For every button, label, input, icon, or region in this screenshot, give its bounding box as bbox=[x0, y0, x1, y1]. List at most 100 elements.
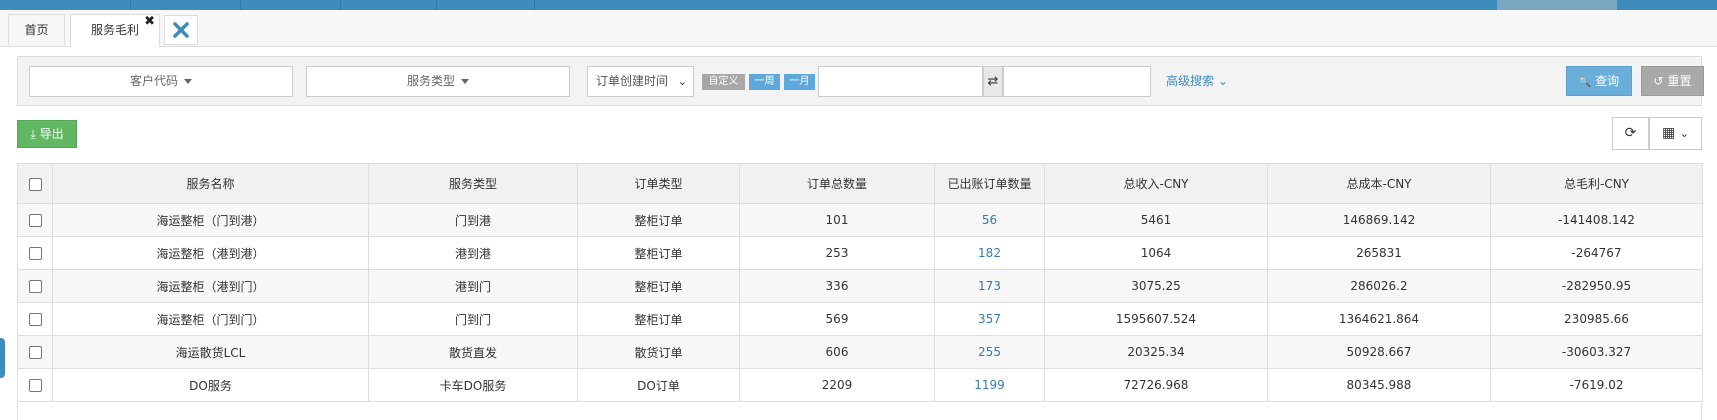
quick-week-button[interactable]: 一周 bbox=[749, 74, 780, 90]
row-checkbox-cell bbox=[17, 368, 53, 402]
table-row: 海运整柜（港到门） 港到门 整柜订单 336 173 3075.25 28602… bbox=[17, 269, 1703, 303]
row-checkbox-cell bbox=[17, 236, 53, 270]
table-cell: 569 bbox=[739, 302, 935, 336]
table-cell: 101 bbox=[739, 203, 935, 237]
swap-icon[interactable]: ⇄ bbox=[983, 66, 1003, 97]
table-cell: 卡车DO服务 bbox=[368, 368, 578, 402]
table-cell: 1064 bbox=[1044, 236, 1268, 270]
table-cell: 海运整柜（门到门） bbox=[52, 302, 369, 336]
column-header[interactable]: 服务名称 bbox=[52, 163, 369, 204]
column-header[interactable]: 总毛利-CNY bbox=[1490, 163, 1703, 204]
tab-strip: 首页 服务毛利 ✖ bbox=[0, 10, 1717, 47]
table-cell: 整柜订单 bbox=[577, 203, 740, 237]
service-type-select[interactable]: 服务类型 bbox=[306, 66, 570, 97]
table-cell: 253 bbox=[739, 236, 935, 270]
select-all-checkbox-cell bbox=[17, 163, 53, 204]
column-header[interactable]: 服务类型 bbox=[368, 163, 578, 204]
close-all-icon bbox=[173, 22, 189, 38]
top-nav-item[interactable] bbox=[436, 0, 535, 10]
refresh-button[interactable]: ⟳ bbox=[1612, 117, 1649, 150]
chevron-down-icon: ⌄ bbox=[1217, 74, 1228, 88]
date-type-select[interactable]: 订单创建时间 ⌄ bbox=[587, 66, 694, 97]
sidebar-toggle-handle[interactable] bbox=[0, 338, 5, 378]
table-cell: 72726.968 bbox=[1044, 368, 1268, 402]
table-row: 海运整柜（门到港） 门到港 整柜订单 101 56 5461 146869.14… bbox=[17, 203, 1703, 237]
row-checkbox-cell bbox=[17, 302, 53, 336]
tab-service-margin[interactable]: 服务毛利 ✖ bbox=[70, 14, 160, 47]
row-checkbox[interactable] bbox=[28, 346, 42, 359]
billed-orders-link[interactable]: 357 bbox=[934, 302, 1045, 336]
row-checkbox[interactable] bbox=[28, 214, 42, 227]
caret-down-icon bbox=[461, 79, 469, 84]
search-filter-panel: 客户代码 服务类型 订单创建时间 ⌄ 自定义 一周 一月 ⇄ 高级搜索 ⌄ 🔍 … bbox=[17, 56, 1704, 106]
table-cell: 整柜订单 bbox=[577, 302, 740, 336]
advanced-search-label: 高级搜索 bbox=[1166, 74, 1215, 88]
top-nav-item[interactable] bbox=[340, 0, 437, 10]
table-cell: 336 bbox=[739, 269, 935, 303]
columns-toggle-button[interactable]: ▦ ⌄ bbox=[1649, 117, 1702, 150]
tab-home-label: 首页 bbox=[24, 23, 49, 37]
billed-orders-link[interactable]: 182 bbox=[934, 236, 1045, 270]
column-header[interactable]: 总收入-CNY bbox=[1044, 163, 1268, 204]
column-header[interactable]: 订单总数量 bbox=[739, 163, 935, 204]
table-cell: 230985.66 bbox=[1490, 302, 1703, 336]
billed-orders-link[interactable]: 56 bbox=[934, 203, 1045, 237]
row-checkbox[interactable] bbox=[28, 280, 42, 293]
column-header[interactable]: 订单类型 bbox=[577, 163, 740, 204]
columns-icon: ▦ bbox=[1662, 125, 1676, 141]
table-cell: -141408.142 bbox=[1490, 203, 1703, 237]
billed-orders-link[interactable]: 173 bbox=[934, 269, 1045, 303]
date-end-input[interactable] bbox=[1003, 66, 1151, 97]
table-cell: 港到港 bbox=[368, 236, 578, 270]
close-all-tabs-button[interactable] bbox=[164, 15, 198, 45]
top-nav-bar bbox=[0, 0, 1717, 10]
billed-orders-link[interactable]: 1199 bbox=[934, 368, 1045, 402]
table-cell: 606 bbox=[739, 335, 935, 369]
table-cell: DO服务 bbox=[52, 368, 369, 402]
user-avatar[interactable] bbox=[1497, 0, 1617, 10]
table-cell: 5461 bbox=[1044, 203, 1268, 237]
billed-orders-link[interactable]: 255 bbox=[934, 335, 1045, 369]
table-cell: 3075.25 bbox=[1044, 269, 1268, 303]
advanced-search-link[interactable]: 高级搜索 ⌄ bbox=[1166, 66, 1228, 97]
row-checkbox[interactable] bbox=[28, 313, 42, 326]
table-cell: 146869.142 bbox=[1267, 203, 1491, 237]
tab-home[interactable]: 首页 bbox=[8, 14, 65, 45]
customer-code-select[interactable]: 客户代码 bbox=[29, 66, 293, 97]
table-row: DO服务 卡车DO服务 DO订单 2209 1199 72726.968 803… bbox=[17, 368, 1703, 402]
query-button[interactable]: 🔍 查询 bbox=[1566, 66, 1632, 96]
table-cell: 80345.988 bbox=[1267, 368, 1491, 402]
refresh-icon: ⟳ bbox=[1624, 125, 1637, 141]
table-cell: 海运整柜（门到港） bbox=[52, 203, 369, 237]
top-nav-item[interactable] bbox=[0, 0, 131, 10]
column-header[interactable]: 已出账订单数量 bbox=[934, 163, 1045, 204]
table-cell: 港到门 bbox=[368, 269, 578, 303]
column-header[interactable]: 总成本-CNY bbox=[1267, 163, 1491, 204]
export-button[interactable]: ⤓ 导出 bbox=[17, 120, 77, 148]
select-all-checkbox[interactable] bbox=[28, 177, 42, 191]
date-type-label: 订单创建时间 bbox=[596, 74, 669, 88]
quick-month-button[interactable]: 一月 bbox=[784, 74, 815, 90]
close-icon[interactable]: ✖ bbox=[144, 6, 155, 37]
quick-custom-button[interactable]: 自定义 bbox=[702, 74, 745, 90]
row-checkbox[interactable] bbox=[28, 379, 42, 392]
table-cell: 门到港 bbox=[368, 203, 578, 237]
table-cell: 1595607.524 bbox=[1044, 302, 1268, 336]
top-nav-item[interactable] bbox=[240, 0, 341, 10]
row-checkbox[interactable] bbox=[28, 247, 42, 260]
row-checkbox-cell bbox=[17, 269, 53, 303]
reset-button[interactable]: ↺ 重置 bbox=[1641, 66, 1704, 96]
export-label: 导出 bbox=[39, 127, 64, 141]
caret-down-icon bbox=[184, 79, 192, 84]
table-cell: 门到门 bbox=[368, 302, 578, 336]
table-cell: 50928.667 bbox=[1267, 335, 1491, 369]
table-cell: 散货直发 bbox=[368, 335, 578, 369]
date-start-input[interactable] bbox=[818, 66, 983, 97]
table-cell: 海运整柜（港到港） bbox=[52, 236, 369, 270]
chevron-down-icon: ⌄ bbox=[677, 75, 687, 88]
table-row: 海运散货LCL 散货直发 散货订单 606 255 20325.34 50928… bbox=[17, 335, 1703, 369]
table-row: 海运整柜（门到门） 门到门 整柜订单 569 357 1595607.524 1… bbox=[17, 302, 1703, 336]
search-icon: 🔍 bbox=[1578, 77, 1592, 88]
table-cell: 整柜订单 bbox=[577, 269, 740, 303]
table-cell: 1364621.864 bbox=[1267, 302, 1491, 336]
